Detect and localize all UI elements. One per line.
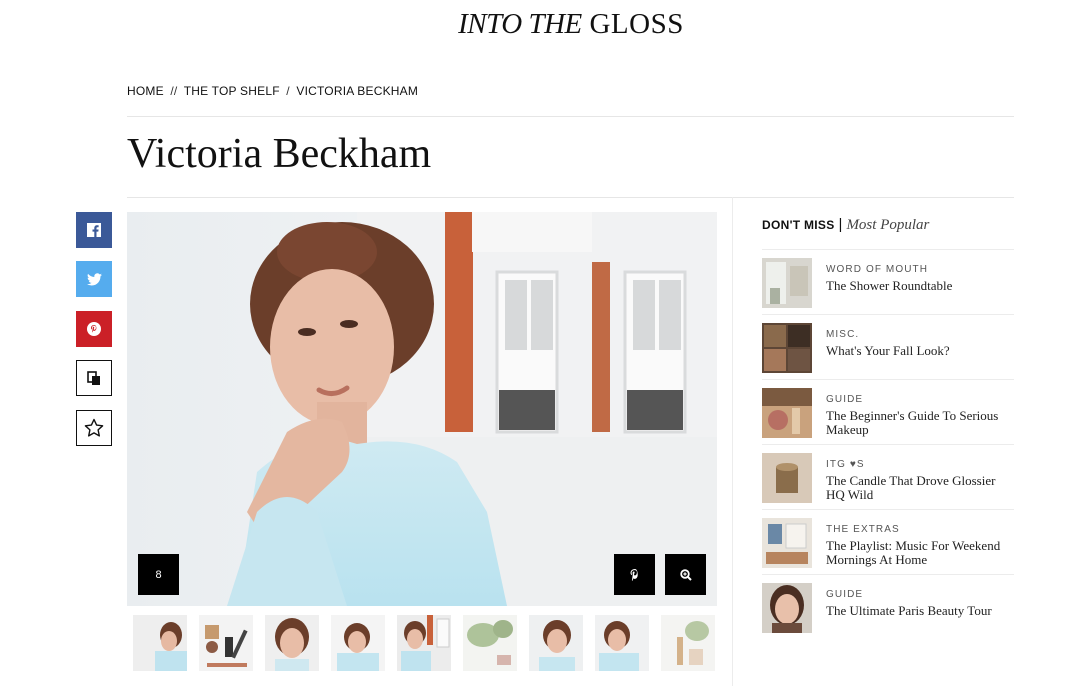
dont-miss-list: WORD OF MOUTH The Shower Roundtable MISC.… bbox=[762, 249, 1014, 639]
facebook-icon bbox=[87, 223, 101, 237]
twitter-icon bbox=[86, 272, 102, 285]
pin-image-button[interactable] bbox=[614, 554, 655, 595]
article-thumbnail[interactable] bbox=[762, 583, 812, 633]
logo-italic: INTO THE bbox=[458, 8, 582, 40]
gallery-thumbnails bbox=[127, 615, 717, 671]
breadcrumb: HOME // THE TOP SHELF / VICTORIA BECKHAM bbox=[127, 84, 418, 98]
breadcrumb-section[interactable]: THE TOP SHELF bbox=[184, 84, 280, 98]
article-title[interactable]: What's Your Fall Look? bbox=[826, 344, 950, 358]
article-category: ITG ♥S bbox=[826, 459, 865, 470]
breadcrumb-separator: / bbox=[286, 84, 290, 98]
pinterest-share-button[interactable] bbox=[76, 311, 112, 347]
article-title[interactable]: The Playlist: Music For Weekend Mornings… bbox=[826, 539, 1014, 567]
gallery-thumbnail[interactable] bbox=[331, 615, 385, 671]
copy-button[interactable] bbox=[76, 360, 112, 396]
gallery-thumbnail[interactable] bbox=[199, 615, 253, 671]
gallery-thumbnail[interactable] bbox=[463, 615, 517, 671]
facebook-share-button[interactable] bbox=[76, 212, 112, 248]
article-category: GUIDE bbox=[826, 589, 864, 600]
dont-miss-item[interactable]: MISC. What's Your Fall Look? bbox=[762, 314, 1014, 379]
article-title[interactable]: The Candle That Drove Glossier HQ Wild bbox=[826, 474, 1014, 502]
dont-miss-item[interactable]: WORD OF MOUTH The Shower Roundtable bbox=[762, 249, 1014, 314]
tab-dont-miss[interactable]: DON'T MISS bbox=[762, 218, 835, 232]
dont-miss-item[interactable]: THE EXTRAS The Playlist: Music For Weeken… bbox=[762, 509, 1014, 574]
breadcrumb-home[interactable]: HOME bbox=[127, 84, 164, 98]
page-title: Victoria Beckham bbox=[127, 131, 432, 177]
breadcrumb-separator: // bbox=[170, 84, 178, 98]
tab-divider: | bbox=[838, 216, 843, 233]
gallery-main-image[interactable]: 8 bbox=[127, 212, 717, 606]
article-category: MISC. bbox=[826, 329, 860, 340]
dont-miss-item[interactable]: ITG ♥S The Candle That Drove Glossier HQ … bbox=[762, 444, 1014, 509]
article-title[interactable]: The Shower Roundtable bbox=[826, 279, 952, 293]
logo-regular: GLOSS bbox=[589, 8, 684, 40]
article-thumbnail[interactable] bbox=[762, 323, 812, 373]
dont-miss-item[interactable]: GUIDE The Ultimate Paris Beauty Tour bbox=[762, 574, 1014, 639]
article-thumbnail[interactable] bbox=[762, 388, 812, 438]
zoom-button[interactable] bbox=[665, 554, 706, 595]
gallery-thumbnail[interactable] bbox=[661, 615, 715, 671]
copy-icon bbox=[87, 370, 100, 385]
sidebar-divider bbox=[732, 197, 733, 686]
tab-most-popular[interactable]: Most Popular bbox=[846, 217, 929, 233]
gallery-thumbnail[interactable] bbox=[529, 615, 583, 671]
divider bbox=[127, 116, 1014, 117]
sidebar-header: DON'T MISS | Most Popular bbox=[762, 216, 929, 234]
zoom-icon bbox=[679, 568, 692, 581]
gallery-thumbnail[interactable] bbox=[133, 615, 187, 671]
gallery-thumbnail[interactable] bbox=[397, 615, 451, 671]
star-icon bbox=[84, 418, 104, 437]
divider bbox=[127, 197, 1014, 198]
article-category: THE EXTRAS bbox=[826, 524, 900, 535]
breadcrumb-current[interactable]: VICTORIA BECKHAM bbox=[296, 84, 418, 98]
article-category: GUIDE bbox=[826, 394, 864, 405]
article-thumbnail[interactable] bbox=[762, 453, 812, 503]
portrait-photo bbox=[127, 212, 717, 606]
pinterest-icon bbox=[87, 322, 101, 336]
gallery-thumbnail[interactable] bbox=[265, 615, 319, 671]
article-thumbnail[interactable] bbox=[762, 258, 812, 308]
gallery-thumbnail[interactable] bbox=[595, 615, 649, 671]
twitter-share-button[interactable] bbox=[76, 261, 112, 297]
dont-miss-item[interactable]: GUIDE The Beginner's Guide To Serious Mak… bbox=[762, 379, 1014, 444]
article-category: WORD OF MOUTH bbox=[826, 264, 929, 275]
favorite-button[interactable] bbox=[76, 410, 112, 446]
pinterest-icon bbox=[630, 568, 638, 581]
article-thumbnail[interactable] bbox=[762, 518, 812, 568]
article-title[interactable]: The Ultimate Paris Beauty Tour bbox=[826, 604, 992, 618]
site-logo[interactable]: INTO THE GLOSS bbox=[0, 8, 1080, 41]
article-title[interactable]: The Beginner's Guide To Serious Makeup bbox=[826, 409, 1014, 437]
image-count-badge[interactable]: 8 bbox=[138, 554, 179, 595]
